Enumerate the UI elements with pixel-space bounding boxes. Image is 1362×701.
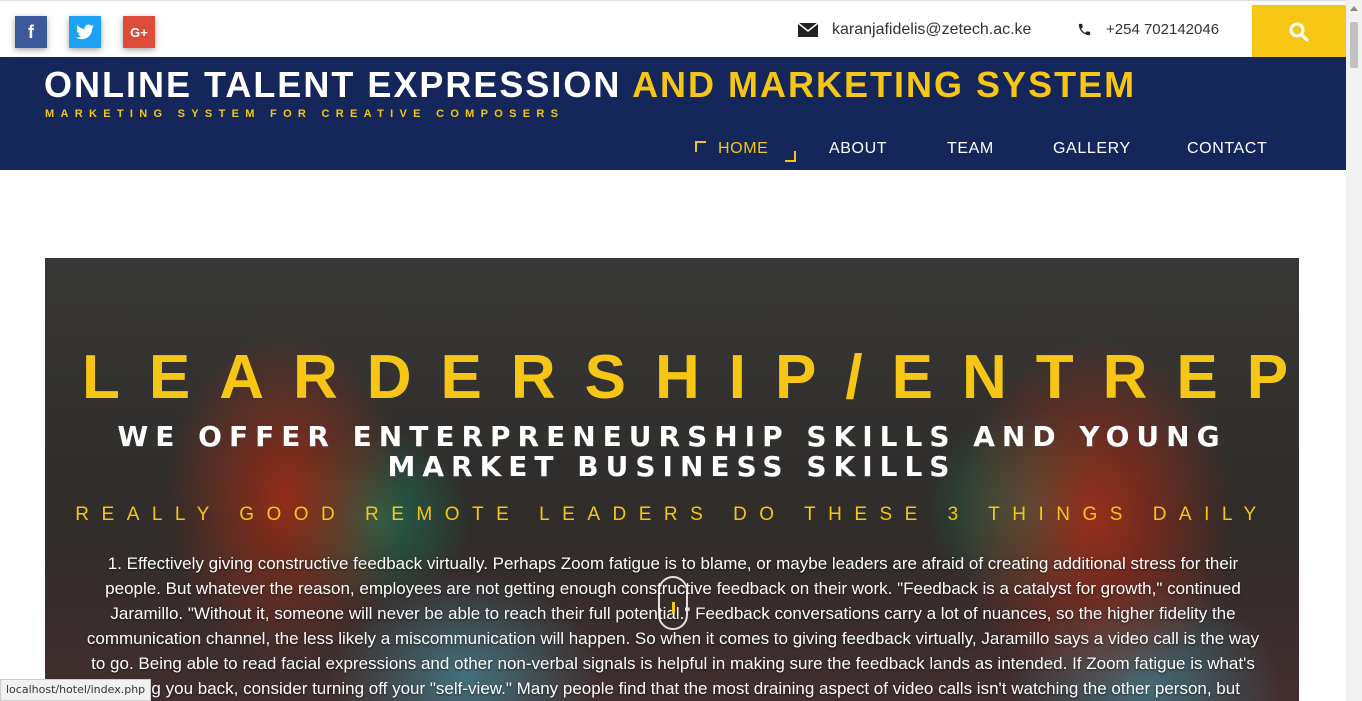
hero-subtitle: WE OFFER ENTERPRENEURSHIP SKILLS AND YOU…	[117, 420, 1227, 483]
main-navbar: ONLINE TALENT EXPRESSION AND MARKETING S…	[0, 57, 1346, 170]
active-bracket-bottom	[785, 151, 796, 162]
page-scrollbar[interactable]	[1346, 0, 1362, 701]
hero-subheading: REALLY GOOD REMOTE LEADERS DO THESE 3 TH…	[75, 504, 1269, 525]
nav-home[interactable]: HOME	[718, 140, 768, 158]
top-bar: f G+ karanjafidelis@zetech.ac.ke +254 70…	[0, 0, 1346, 58]
browser-status-url: localhost/hotel/index.php	[0, 679, 152, 701]
scroll-down-indicator[interactable]	[658, 576, 688, 630]
google-plus-icon[interactable]: G+	[123, 16, 155, 48]
phone-text: +254 702142046	[1106, 21, 1220, 38]
phone-icon	[1078, 23, 1091, 36]
hero-title: LEARDERSHIP/ENTREPRENEURSHIP	[82, 343, 1299, 412]
contact-email[interactable]: karanjafidelis@zetech.ac.ke	[798, 1, 1031, 58]
scroll-thumb[interactable]	[1350, 22, 1358, 68]
brand-title: ONLINE TALENT EXPRESSION	[44, 64, 622, 105]
search-icon	[1289, 22, 1309, 42]
twitter-icon[interactable]	[69, 16, 101, 48]
site-brand[interactable]: ONLINE TALENT EXPRESSION AND MARKETING S…	[44, 64, 1136, 106]
contact-phone[interactable]: +254 702142046	[1077, 1, 1219, 58]
nav-gallery[interactable]: GALLERY	[1053, 140, 1131, 158]
scroll-dot	[672, 602, 675, 613]
brand-tagline: MARKETING SYSTEM FOR CREATIVE COMPOSERS	[45, 108, 565, 120]
nav-about[interactable]: ABOUT	[829, 140, 887, 158]
brand-title-accent: AND MARKETING SYSTEM	[632, 64, 1137, 105]
hero-banner: LEARDERSHIP/ENTREPRENEURSHIP WE OFFER EN…	[45, 258, 1299, 701]
nav-contact[interactable]: CONTACT	[1187, 140, 1267, 158]
scroll-up-icon[interactable]	[1350, 6, 1358, 11]
facebook-icon[interactable]: f	[15, 16, 47, 48]
email-text: karanjafidelis@zetech.ac.ke	[832, 20, 1032, 38]
active-bracket-top	[695, 141, 706, 152]
nav-team[interactable]: TEAM	[947, 140, 994, 158]
search-button[interactable]	[1252, 5, 1346, 58]
envelope-icon	[798, 22, 818, 37]
